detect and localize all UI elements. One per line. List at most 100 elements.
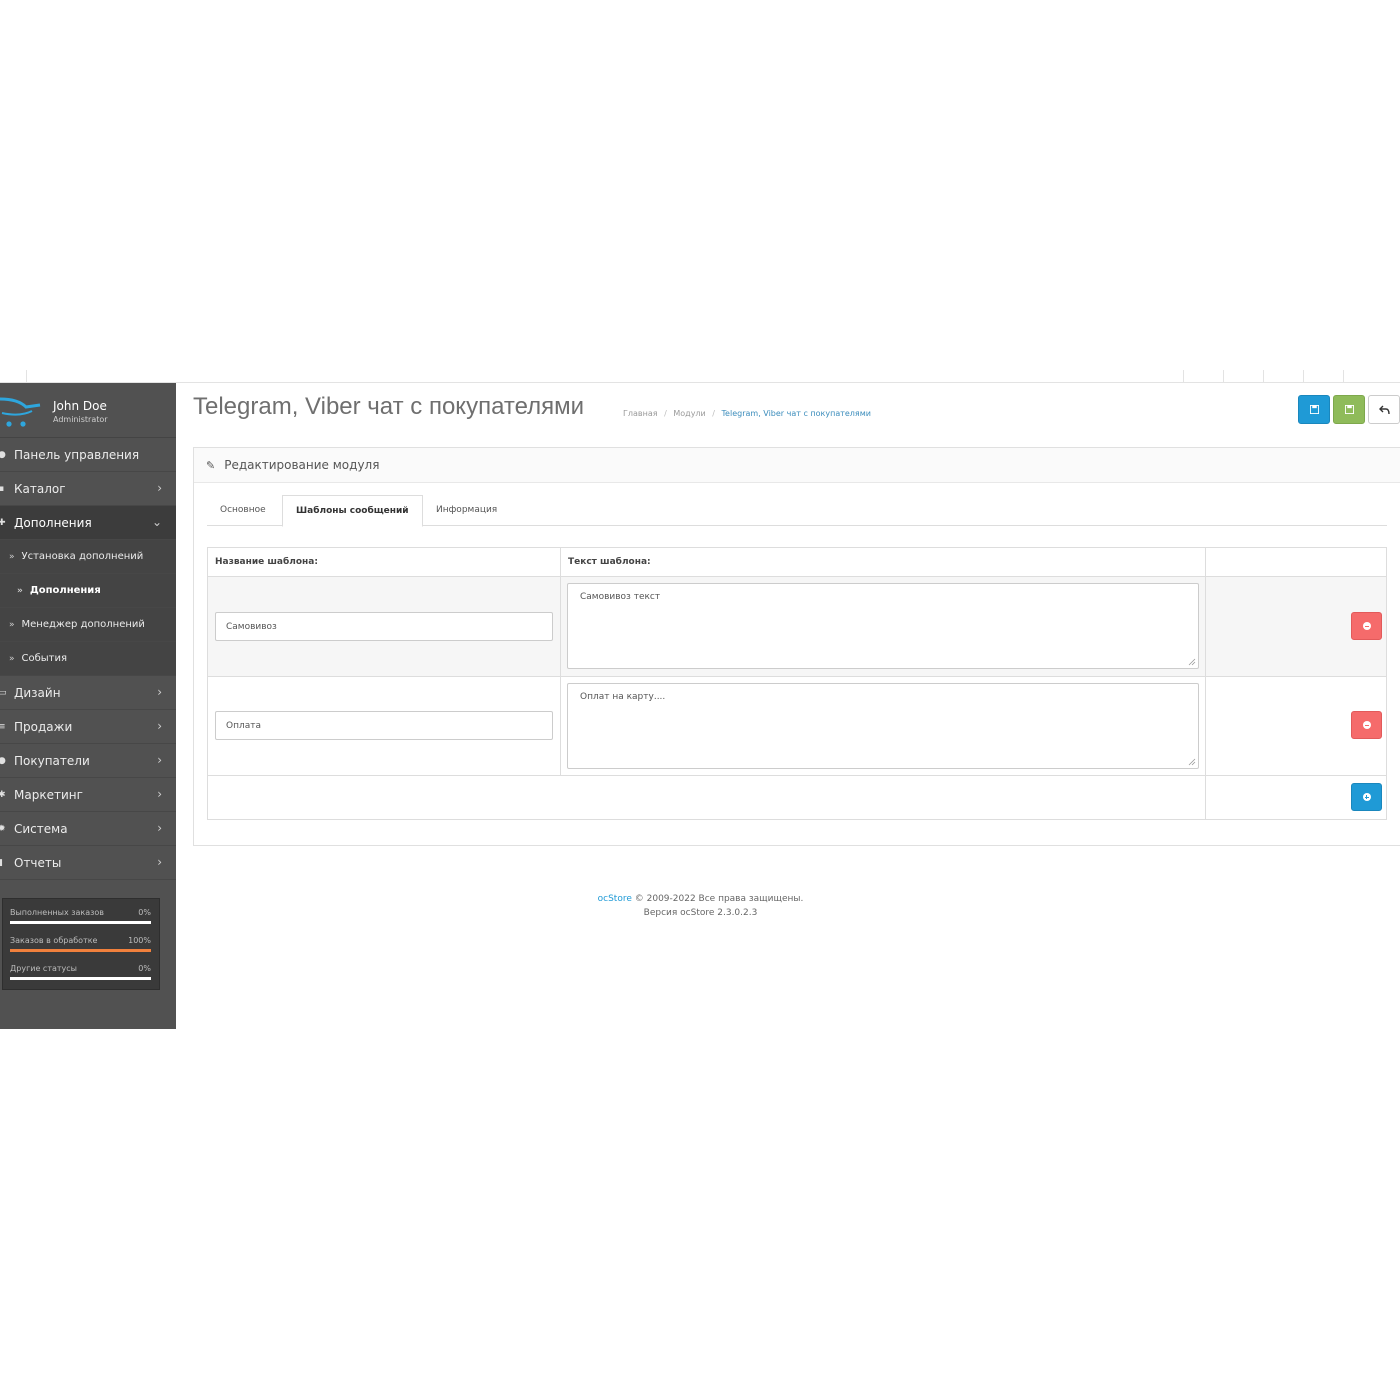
chevron-right-icon: › (157, 855, 162, 869)
user-role: Administrator (53, 415, 108, 424)
remove-template-button[interactable] (1351, 711, 1382, 739)
sidebar-item-label: Система (14, 821, 68, 836)
sidebar-item-customers[interactable]: ● Покупатели › (0, 744, 176, 778)
template-text-area[interactable]: Самовивоз текст (567, 583, 1199, 669)
sidebar-item-label: Покупатели (14, 753, 90, 768)
chevron-right-icon: › (157, 685, 162, 699)
sidebar-item-dashboard[interactable]: ● Панель управления (0, 438, 176, 472)
user-profile[interactable]: John Doe Administrator (0, 383, 176, 438)
template-text-cell: Оплат на карту.... (561, 677, 1206, 775)
save-icon (1309, 405, 1319, 414)
tab-message-templates[interactable]: Шаблоны сообщений (282, 495, 423, 527)
chevron-right-icon: › (157, 821, 162, 835)
stat-value: 0% (138, 908, 151, 917)
template-name-cell: Оплата (208, 677, 561, 775)
breadcrumb-home[interactable]: Главная (623, 409, 658, 418)
template-name-input[interactable]: Оплата (215, 711, 553, 740)
breadcrumb-current[interactable]: Telegram, Viber чат с покупателями (722, 409, 871, 418)
sidebar-item-label: События (21, 653, 68, 664)
stat-label: Выполненных заказов (10, 908, 105, 917)
actions-cell (1206, 577, 1388, 676)
resize-handle-icon[interactable] (1188, 658, 1196, 666)
add-template-button[interactable] (1351, 783, 1382, 811)
column-header-text: Текст шаблона: (561, 548, 1206, 576)
chevron-right-icon: › (157, 753, 162, 767)
monitor-icon: ▭ (0, 687, 7, 698)
sidebar-item-marketing[interactable]: ✱ Маркетинг › (0, 778, 176, 812)
order-stats: Выполненных заказов 0% Заказов в обработ… (2, 898, 160, 990)
cart-logo-icon (0, 397, 41, 427)
user-name: John Doe (53, 399, 107, 413)
sidebar-item-label: Каталог (14, 481, 66, 496)
sidebar-item-label: Дополнения (14, 515, 92, 530)
progress-bar (10, 949, 151, 952)
top-header (0, 370, 1400, 383)
breadcrumb-separator: / (664, 409, 667, 418)
actions-cell (1206, 776, 1388, 819)
sidebar-item-extensions[interactable]: ✚ Дополнения ⌄ (0, 506, 176, 540)
sidebar-subitem-events[interactable]: » События (0, 642, 176, 676)
template-name-cell: Самовивоз (208, 577, 561, 676)
table-header-row: Название шаблона: Текст шаблона: (208, 548, 1386, 577)
template-name-input[interactable]: Самовивоз (215, 612, 553, 641)
template-text-area[interactable]: Оплат на карту.... (567, 683, 1199, 769)
chevron-down-icon: ⌄ (151, 515, 162, 529)
resize-handle-icon[interactable] (1188, 758, 1196, 766)
progress-bar (10, 921, 151, 924)
footer-version: Версия ocStore 2.3.0.2.3 (643, 908, 758, 918)
minus-circle-icon (1362, 721, 1371, 729)
page-title: Telegram, Viber чат с покупателями (193, 393, 585, 420)
tab-information[interactable]: Информация (423, 495, 510, 526)
header-divider (1263, 370, 1264, 382)
user-icon: ● (0, 755, 6, 766)
double-chevron-icon: » (9, 653, 15, 664)
pencil-icon: ✎ (206, 458, 216, 472)
header-divider (1183, 370, 1184, 382)
panel-heading: ✎ Редактирование модуля (194, 448, 1400, 483)
sidebar-item-design[interactable]: ▭ Дизайн › (0, 676, 176, 710)
table-row: Самовивоз Самовивоз текст (208, 577, 1386, 677)
save-icon (1344, 405, 1354, 414)
sidebar-subitem-modifications[interactable]: » Менеджер дополнений (0, 608, 176, 642)
reply-icon (1378, 405, 1390, 414)
sidebar-item-label: Отчеты (14, 855, 62, 870)
remove-template-button[interactable] (1351, 612, 1382, 640)
chevron-right-icon: › (157, 787, 162, 801)
sidebar-subitem-installer[interactable]: » Установка дополнений (0, 540, 176, 574)
table-row: Оплата Оплат на карту.... (208, 677, 1386, 776)
sidebar-item-sales[interactable]: ≡ Продажи › (0, 710, 176, 744)
breadcrumb-separator: / (712, 409, 715, 418)
actions-cell (1206, 677, 1388, 775)
sidebar: John Doe Administrator ● Панель управлен… (0, 383, 176, 1029)
footer-empty-cell (208, 776, 1206, 819)
tab-bar: Основное Шаблоны сообщений Информация (207, 495, 1387, 527)
screen: John Doe Administrator ● Панель управлен… (0, 0, 1400, 1400)
stat-completed: Выполненных заказов 0% (3, 899, 159, 927)
back-button[interactable] (1368, 395, 1400, 424)
save-button[interactable] (1298, 395, 1330, 424)
sidebar-item-label: Маркетинг (14, 787, 83, 802)
chevron-right-icon: › (157, 481, 162, 495)
footer-copyright: © 2009-2022 Все права защищены. (634, 894, 804, 904)
sidebar-item-label: Дизайн (14, 685, 61, 700)
sidebar-item-system[interactable]: ✹ Система › (0, 812, 176, 846)
template-text-cell: Самовивоз текст (561, 577, 1206, 676)
panel-title: Редактирование модуля (224, 458, 380, 472)
apply-button[interactable] (1333, 395, 1365, 424)
sidebar-item-catalog[interactable]: ▪ Каталог › (0, 472, 176, 506)
tab-general[interactable]: Основное (207, 495, 279, 526)
breadcrumb-modules[interactable]: Модули (673, 409, 705, 418)
plus-circle-icon (1362, 793, 1371, 801)
bar-chart-icon: ▮ (0, 857, 3, 868)
table-footer-row (208, 776, 1386, 819)
sidebar-item-label: Продажи (14, 719, 73, 734)
footer-brand-link[interactable]: ocStore (598, 894, 632, 904)
tags-icon: ▪ (0, 483, 5, 494)
edit-module-panel: ✎ Редактирование модуля Основное Шаблоны… (193, 447, 1400, 846)
stat-other: Другие статусы 0% (3, 955, 159, 983)
sidebar-item-reports[interactable]: ▮ Отчеты › (0, 846, 176, 880)
sidebar-subitem-extensions[interactable]: » Дополнения (0, 574, 176, 608)
template-text-value: Оплат на карту.... (580, 692, 666, 702)
cart-icon: ≡ (0, 721, 6, 732)
sidebar-item-label: Установка дополнений (21, 551, 144, 562)
